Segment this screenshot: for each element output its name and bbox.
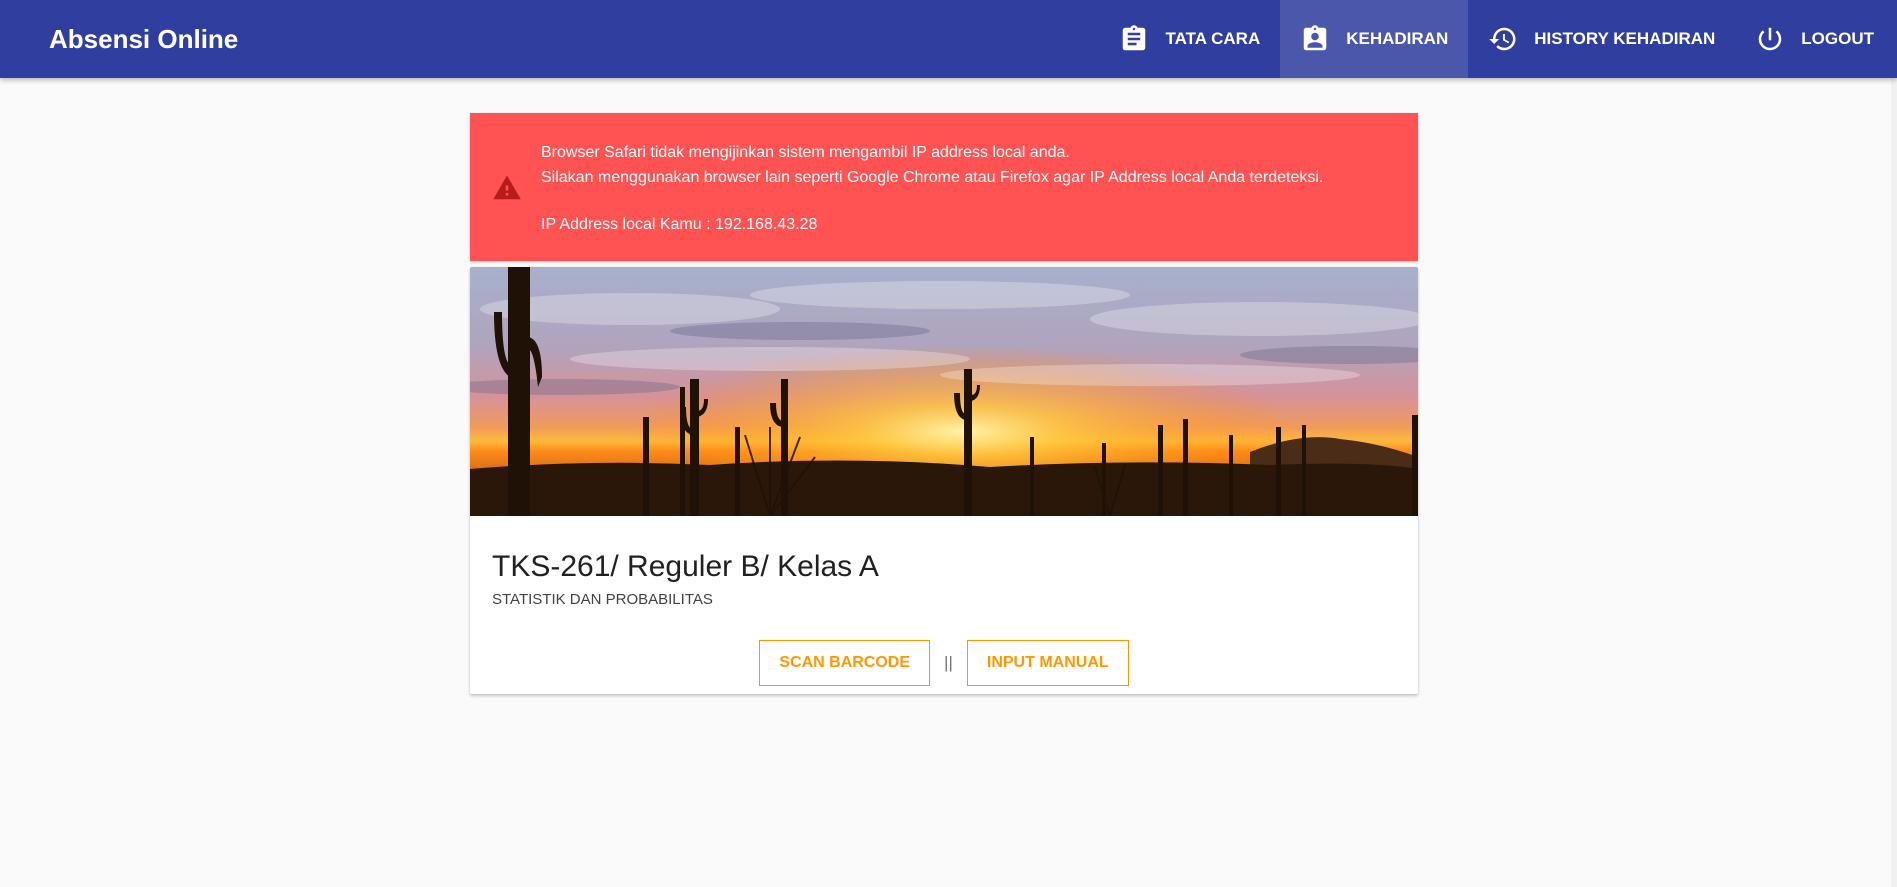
nav-item-label: KEHADIRAN: [1346, 29, 1449, 48]
alert-line: Silakan menggunakan browser lain seperti…: [541, 169, 1324, 186]
course-subtitle: STATISTIK DAN PROBABILITAS: [492, 591, 713, 608]
nav-item-tata-cara[interactable]: TATA CARA: [1099, 0, 1280, 78]
nav-item-label: HISTORY KEHADIRAN: [1534, 29, 1716, 48]
course-title: TKS-261/ Reguler B/ Kelas A: [492, 550, 879, 583]
nav-item-kehadiran[interactable]: KEHADIRAN: [1280, 0, 1469, 78]
course-card: TKS-261/ Reguler B/ Kelas A STATISTIK DA…: [470, 267, 1418, 694]
safari-warning-alert: Browser Safari tidak mengijinkan sistem …: [470, 113, 1418, 261]
nav-item-label: LOGOUT: [1801, 29, 1874, 48]
warning-icon: [493, 175, 521, 200]
card-actions: SCAN BARCODE || INPUT MANUAL: [470, 640, 1418, 686]
clipboard-icon: [1119, 24, 1165, 54]
desert-sunset-banner: [470, 267, 1418, 516]
nav-menu: TATA CARA KEHADIRAN HISTORY KEHADIRAN LO…: [1099, 0, 1894, 78]
nav-item-logout[interactable]: LOGOUT: [1735, 0, 1894, 78]
nav-item-history-kehadiran[interactable]: HISTORY KEHADIRAN: [1468, 0, 1735, 78]
app-title: Absensi Online: [49, 24, 239, 54]
scrollbar-track[interactable]: [1891, 78, 1897, 887]
ip-address-line: IP Address local Kamu : 192.168.43.28: [541, 216, 818, 233]
top-app-bar: Absensi Online TATA CARA KEHADIRAN HISTO…: [0, 0, 1897, 78]
input-manual-button[interactable]: INPUT MANUAL: [966, 640, 1129, 686]
assignment-ind-icon: [1300, 24, 1346, 54]
nav-item-label: TATA CARA: [1165, 29, 1261, 48]
power-icon: [1755, 24, 1801, 54]
alert-message: Browser Safari tidak mengijinkan sistem …: [541, 140, 1323, 237]
button-separator: ||: [944, 653, 953, 672]
history-icon: [1488, 24, 1534, 54]
alert-line: Browser Safari tidak mengijinkan sistem …: [541, 144, 1070, 161]
scan-barcode-button[interactable]: SCAN BARCODE: [759, 640, 931, 686]
